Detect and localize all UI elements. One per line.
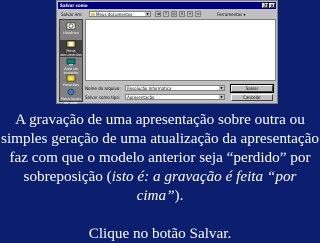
file-name-input[interactable]: Resolução Informática ▼: [125, 85, 225, 91]
network-places-icon: [67, 88, 75, 96]
place-label: Meus locais de rede: [60, 97, 82, 105]
explanation-part2: ).: [174, 187, 184, 204]
favorites-icon: [66, 74, 76, 82]
close-button[interactable]: ×: [269, 3, 275, 8]
chevron-down-icon[interactable]: ▼: [219, 86, 224, 90]
search-web-icon[interactable]: ◎: [171, 11, 177, 17]
dialog-titlebar: Salvar como ? ×: [58, 2, 276, 9]
new-folder-icon[interactable]: +: [187, 11, 193, 17]
place-label: Meus documentos: [60, 49, 82, 57]
cancel-button[interactable]: Cancelar: [231, 94, 273, 101]
file-name-value: Resolução Informática: [127, 86, 172, 91]
tools-menu[interactable]: Ferramentas ▾: [217, 12, 246, 17]
place-label: Favoritos: [63, 83, 79, 87]
file-type-value: Apresentação: [127, 95, 155, 100]
my-documents-icon: [66, 40, 76, 48]
up-folder-icon[interactable]: ↑: [163, 11, 169, 17]
call-to-action: Clique no botão Salvar.: [88, 225, 232, 242]
explanation-italic: isto é: a gravação é feita “por cima”: [111, 168, 297, 204]
file-type-label: Salvar como tipo:: [85, 95, 121, 100]
places-bar: Histórico Meus documentos Área de trabal…: [59, 19, 83, 105]
look-in-select[interactable]: Meus documentos ▼: [89, 11, 151, 17]
chevron-down-icon[interactable]: ▼: [145, 12, 150, 16]
folder-icon: [91, 13, 95, 16]
dialog-title: Salvar como: [60, 3, 88, 8]
file-type-select[interactable]: Apresentação ▼: [125, 94, 225, 100]
chevron-down-icon[interactable]: ▼: [219, 95, 224, 99]
place-desktop[interactable]: Área de trabalho: [60, 58, 82, 75]
place-history[interactable]: Histórico: [60, 22, 82, 35]
place-network[interactable]: Meus locais de rede: [60, 88, 82, 105]
dialog-toolbar: ◄ ↑ ◎ × + ≡: [155, 11, 201, 17]
back-icon[interactable]: ◄: [155, 11, 161, 17]
file-name-label: Nome do arquivo:: [85, 86, 121, 91]
look-in-value: Meus documentos: [96, 12, 133, 17]
delete-icon[interactable]: ×: [179, 11, 185, 17]
desktop-icon: [66, 58, 76, 66]
save-button[interactable]: Salvar: [230, 84, 274, 93]
views-icon[interactable]: ≡: [195, 11, 201, 17]
place-favorites[interactable]: Favoritos: [60, 74, 82, 87]
help-button[interactable]: ?: [262, 3, 268, 8]
place-my-documents[interactable]: Meus documentos: [60, 40, 82, 57]
save-as-dialog: Salvar como ? × Salvar em: Meus document…: [56, 0, 278, 105]
history-icon: [66, 22, 76, 30]
look-in-label: Salvar em:: [61, 12, 83, 17]
file-list[interactable]: [85, 19, 276, 81]
tools-label: Ferramentas: [217, 12, 243, 17]
title-buttons: ? ×: [262, 3, 275, 8]
explanation-text: A gravação de uma apresentação sobre out…: [0, 110, 320, 205]
place-label: Histórico: [63, 31, 79, 35]
